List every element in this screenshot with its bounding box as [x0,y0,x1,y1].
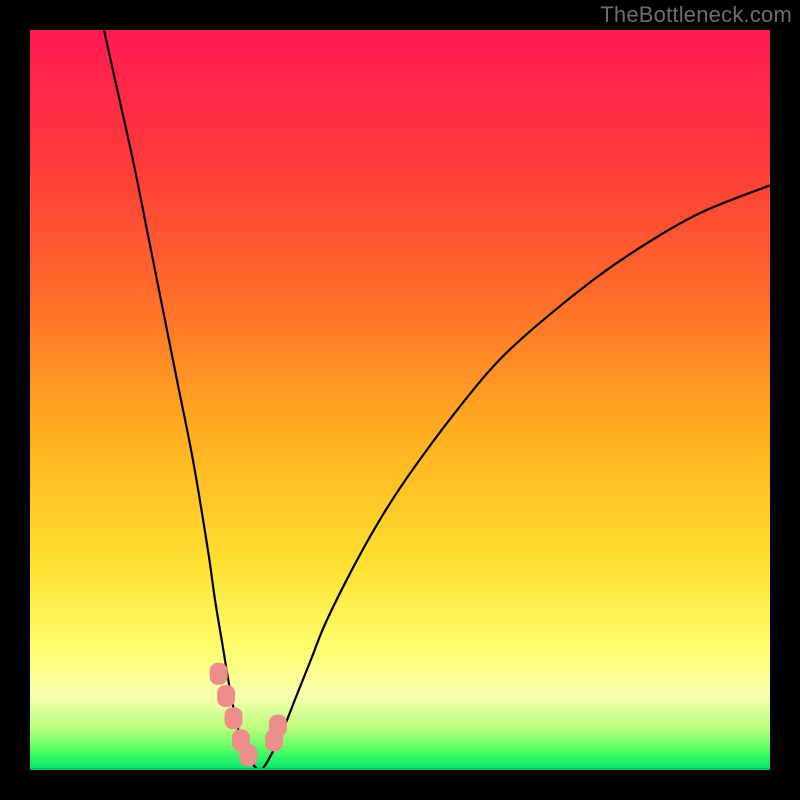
marker [210,663,228,685]
plot-area [30,30,770,770]
marker [269,715,287,737]
marker [217,685,235,707]
bottleneck-chart [0,0,800,800]
chart-frame: TheBottleneck.com [0,0,800,800]
watermark-text: TheBottleneck.com [600,2,792,28]
marker [225,707,243,729]
marker [239,744,257,766]
